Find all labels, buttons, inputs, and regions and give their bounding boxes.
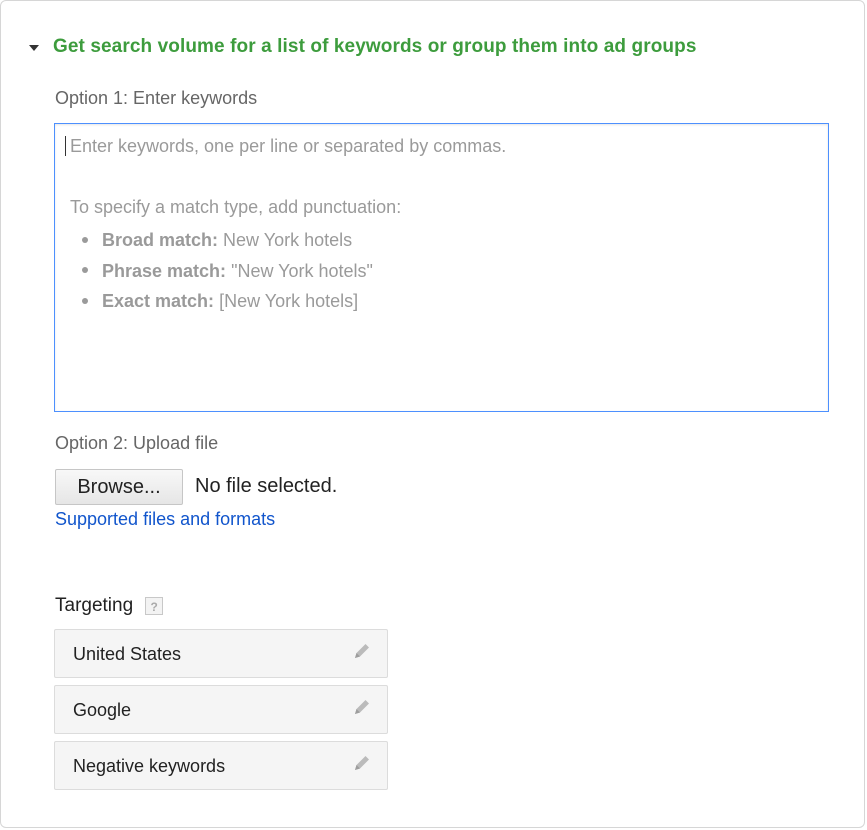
targeting-heading: Targeting ?	[55, 595, 164, 617]
pencil-icon[interactable]	[351, 752, 373, 774]
targeting-negative-keywords[interactable]: Negative keywords	[54, 741, 388, 790]
match-type-example: New York hotels	[223, 230, 353, 250]
targeting-item-label: United States	[73, 644, 182, 664]
keyword-panel: Get search volume for a list of keywords…	[0, 0, 865, 828]
pencil-icon[interactable]	[351, 696, 373, 718]
targeting-location[interactable]: United States	[54, 629, 388, 678]
match-type-name: Broad match:	[102, 230, 219, 250]
text-caret	[65, 136, 66, 156]
bullet-icon	[82, 267, 88, 274]
targeting-label: Targeting	[55, 595, 134, 616]
supported-files-link[interactable]: Supported files and formats	[55, 509, 275, 530]
list-item: Exact match: [New York hotels]	[70, 286, 373, 317]
match-type-name: Exact match:	[102, 291, 215, 311]
match-type-example: [New York hotels]	[219, 291, 359, 311]
keywords-textarea[interactable]: Enter keywords, one per line or separate…	[54, 123, 829, 412]
targeting-item-label: Google	[73, 700, 132, 720]
pencil-icon[interactable]	[351, 640, 373, 662]
bullet-icon	[82, 297, 88, 304]
targeting-item-label: Negative keywords	[73, 756, 226, 776]
browse-button[interactable]: Browse...	[55, 469, 183, 505]
list-item: Phrase match: "New York hotels"	[70, 256, 373, 287]
placeholder-line2: To specify a match type, add punctuation…	[70, 197, 402, 217]
file-status: No file selected.	[195, 475, 338, 497]
help-icon[interactable]: ?	[145, 597, 164, 615]
placeholder-line1: Enter keywords, one per line or separate…	[70, 136, 507, 156]
match-type-name: Phrase match:	[102, 260, 227, 281]
list-item: Broad match: New York hotels	[70, 225, 373, 256]
section-title: Get search volume for a list of keywords…	[53, 36, 697, 57]
match-type-list: Broad match: New York hotels Phrase matc…	[70, 225, 373, 317]
targeting-network[interactable]: Google	[54, 685, 388, 734]
section-toggle[interactable]: Get search volume for a list of keywords…	[29, 33, 697, 61]
option2-label: Option 2: Upload file	[55, 433, 219, 453]
triangle-down-icon	[29, 45, 39, 51]
match-type-example: "New York hotels"	[231, 260, 373, 281]
option1-label: Option 1: Enter keywords	[55, 88, 258, 108]
bullet-icon	[82, 236, 88, 243]
